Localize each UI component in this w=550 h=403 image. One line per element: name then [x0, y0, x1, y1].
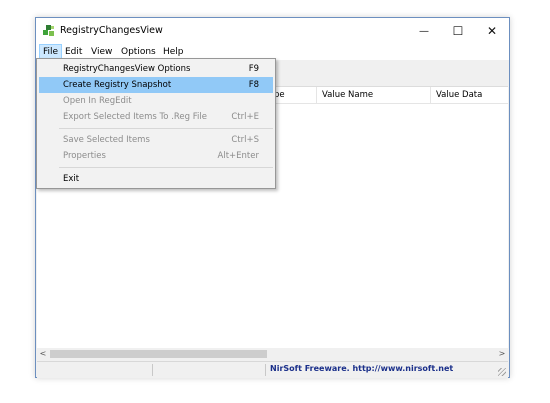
status-bar: NirSoft Freeware. http://www.nirsoft.net	[37, 361, 508, 378]
menu-item-label: Save Selected Items	[63, 135, 150, 145]
resize-grip-icon[interactable]	[498, 368, 506, 376]
menu-item-label: RegistryChangesView Options	[63, 64, 191, 74]
app-icon	[43, 25, 54, 36]
title-bar[interactable]: RegistryChangesView — ☐ ✕	[36, 18, 509, 44]
menu-item-properties[interactable]: Properties Alt+Enter	[39, 148, 273, 164]
menu-separator	[59, 128, 273, 129]
menu-item-exit[interactable]: Exit	[39, 171, 273, 187]
status-link[interactable]: NirSoft Freeware. http://www.nirsoft.net	[270, 364, 453, 373]
column-header-value-name[interactable]: Value Name	[317, 87, 431, 103]
menu-view[interactable]: View	[88, 45, 115, 59]
menu-item-open-regedit[interactable]: Open In RegEdit	[39, 93, 273, 109]
menu-item-shortcut: Ctrl+S	[231, 135, 259, 145]
menu-item-shortcut: Ctrl+E	[231, 112, 259, 122]
menu-item-shortcut: F8	[248, 80, 259, 90]
status-divider	[152, 364, 153, 376]
menu-item-label: Create Registry Snapshot	[63, 80, 172, 90]
column-header-value-data[interactable]: Value Data	[431, 87, 510, 103]
close-icon: ✕	[486, 24, 498, 38]
menu-item-label: Exit	[63, 174, 80, 184]
scroll-right-icon[interactable]: >	[496, 348, 508, 360]
menu-item-save-selected[interactable]: Save Selected Items Ctrl+S	[39, 132, 273, 148]
menu-item-label: Export Selected Items To .Reg File	[63, 112, 207, 122]
horizontal-scrollbar[interactable]: < >	[37, 348, 508, 360]
menu-item-create-snapshot[interactable]: Create Registry Snapshot F8	[39, 77, 273, 93]
menu-item-label: Properties	[63, 151, 106, 161]
menu-help[interactable]: Help	[160, 45, 187, 59]
menu-options[interactable]: Options	[118, 45, 159, 59]
minimize-icon: —	[419, 25, 429, 37]
scroll-left-icon[interactable]: <	[37, 348, 49, 360]
scroll-thumb[interactable]	[50, 350, 267, 358]
status-divider	[265, 364, 266, 376]
menu-edit[interactable]: Edit	[62, 45, 85, 59]
file-menu-dropdown: RegistryChangesView Options F9 Create Re…	[36, 58, 276, 189]
maximize-button[interactable]: ☐	[441, 18, 475, 44]
menu-item-export-reg[interactable]: Export Selected Items To .Reg File Ctrl+…	[39, 109, 273, 125]
menu-item-label: Open In RegEdit	[63, 96, 132, 106]
window-title: RegistryChangesView	[60, 25, 163, 36]
menu-item-options[interactable]: RegistryChangesView Options F9	[39, 61, 273, 77]
column-header-type[interactable]: pe	[269, 87, 317, 103]
menu-item-shortcut: F9	[248, 64, 259, 74]
maximize-icon: ☐	[452, 24, 464, 38]
close-button[interactable]: ✕	[475, 18, 509, 44]
minimize-button[interactable]: —	[407, 18, 441, 44]
menu-separator	[59, 167, 273, 168]
menu-item-shortcut: Alt+Enter	[217, 151, 259, 161]
